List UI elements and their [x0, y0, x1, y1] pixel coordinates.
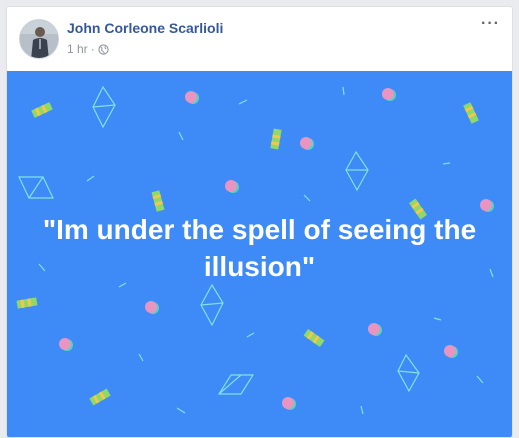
post-meta: 1 hr · — [67, 42, 109, 56]
author-name[interactable]: John Corleone Scarlioli — [67, 20, 223, 36]
post-text: "Im under the spell of seeing the illusi… — [42, 214, 477, 282]
post-background: "Im under the spell of seeing the illusi… — [7, 71, 512, 437]
more-options-button[interactable]: ··· — [481, 15, 500, 33]
post-card: John Corleone Scarlioli 1 hr · ··· "Im u… — [6, 6, 513, 438]
author-avatar[interactable] — [19, 19, 59, 59]
meta-separator: · — [90, 42, 95, 56]
globe-icon[interactable] — [98, 43, 109, 55]
ellipsis-icon: ··· — [481, 15, 500, 32]
timestamp[interactable]: 1 hr — [67, 42, 88, 56]
avatar-image — [20, 20, 58, 58]
